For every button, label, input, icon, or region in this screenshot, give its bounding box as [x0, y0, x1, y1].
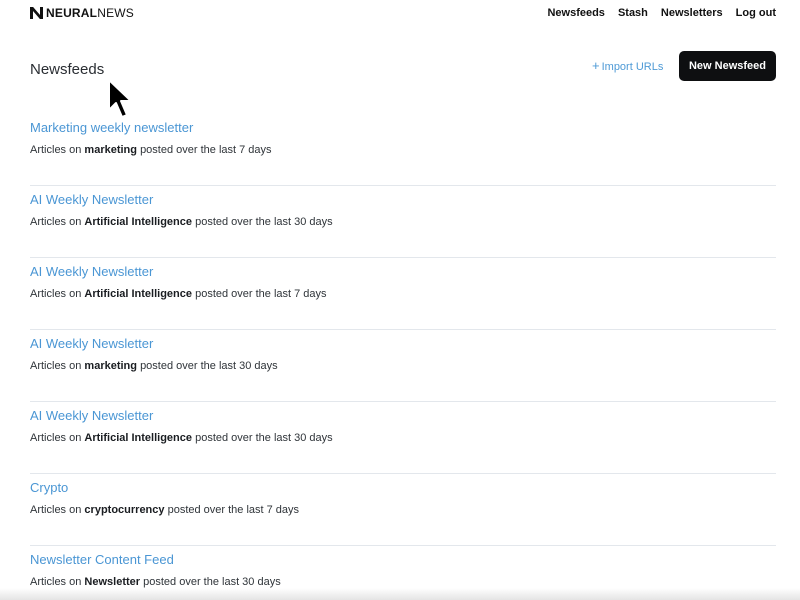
- brand-name: NEURALNEWS: [46, 6, 134, 20]
- neural-n-logo-icon: [30, 7, 43, 19]
- feed-topic: marketing: [84, 144, 137, 156]
- list-item: AI Weekly Newsletter Articles on Artific…: [30, 186, 776, 258]
- import-urls-link[interactable]: + Import URLs: [592, 59, 663, 74]
- nav-link-logout[interactable]: Log out: [736, 6, 776, 20]
- feed-desc-suffix: posted over the last 30 days: [143, 576, 281, 588]
- feed-title-link[interactable]: AI Weekly Newsletter: [30, 264, 153, 280]
- brand-name-light: NEWS: [97, 6, 135, 20]
- feed-desc-suffix: posted over the last 30 days: [195, 216, 333, 228]
- feed-title-link[interactable]: Marketing weekly newsletter: [30, 120, 193, 136]
- feed-description: Articles on Artificial Intelligence post…: [30, 215, 333, 229]
- brand-name-bold: NEURAL: [46, 6, 98, 20]
- feed-title-link[interactable]: AI Weekly Newsletter: [30, 336, 153, 352]
- list-item: Crypto Articles on cryptocurrency posted…: [30, 474, 776, 546]
- app-page: NEURALNEWS Newsfeeds Stash Newsletters L…: [0, 0, 800, 600]
- page-title: Newsfeeds: [30, 61, 105, 78]
- feed-desc-suffix: posted over the last 30 days: [140, 360, 278, 372]
- feed-topic: Newsletter: [84, 576, 141, 588]
- bottom-fade: [0, 588, 800, 600]
- feed-desc-suffix: posted over the last 7 days: [195, 288, 327, 300]
- feed-desc-prefix: Articles on: [30, 432, 82, 444]
- feed-desc-prefix: Articles on: [30, 288, 82, 300]
- import-urls-label: Import URLs: [601, 61, 664, 73]
- feed-title-link[interactable]: Newsletter Content Feed: [30, 552, 174, 568]
- feed-description: Articles on marketing posted over the la…: [30, 359, 278, 373]
- feed-desc-prefix: Articles on: [30, 360, 82, 372]
- list-item: AI Weekly Newsletter Articles on Artific…: [30, 402, 776, 474]
- feed-desc-suffix: posted over the last 7 days: [167, 504, 300, 516]
- feed-topic: Artificial Intelligence: [84, 288, 193, 300]
- feed-topic: marketing: [84, 360, 137, 372]
- feed-topic: Artificial Intelligence: [84, 432, 193, 444]
- nav-link-newsletters[interactable]: Newsletters: [661, 6, 723, 20]
- feed-desc-prefix: Articles on: [30, 576, 82, 588]
- feed-topic: cryptocurrency: [84, 504, 165, 516]
- feed-desc-suffix: posted over the last 7 days: [140, 144, 272, 156]
- newsfeed-list: Marketing weekly newsletter Articles on …: [30, 114, 776, 600]
- nav-link-newsfeeds[interactable]: Newsfeeds: [547, 6, 604, 20]
- feed-desc-prefix: Articles on: [30, 504, 82, 516]
- feed-title-link[interactable]: Crypto: [30, 480, 68, 496]
- feed-description: Articles on cryptocurrency posted over t…: [30, 503, 299, 517]
- new-newsfeed-button[interactable]: New Newsfeed: [679, 51, 776, 81]
- feed-description: Articles on Artificial Intelligence post…: [30, 431, 333, 445]
- list-item: AI Weekly Newsletter Articles on Artific…: [30, 258, 776, 330]
- plus-icon: +: [592, 58, 600, 73]
- main-nav: Newsfeeds Stash Newsletters Log out: [534, 6, 776, 20]
- feed-title-link[interactable]: AI Weekly Newsletter: [30, 192, 153, 208]
- feed-description: Articles on Newsletter posted over the l…: [30, 575, 281, 589]
- feed-title-link[interactable]: AI Weekly Newsletter: [30, 408, 153, 424]
- list-item: Marketing weekly newsletter Articles on …: [30, 114, 776, 186]
- nav-link-stash[interactable]: Stash: [618, 6, 648, 20]
- feed-desc-suffix: posted over the last 30 days: [195, 432, 333, 444]
- feed-desc-prefix: Articles on: [30, 216, 82, 228]
- list-item: AI Weekly Newsletter Articles on marketi…: [30, 330, 776, 402]
- feed-topic: Artificial Intelligence: [84, 216, 193, 228]
- feed-description: Articles on marketing posted over the la…: [30, 143, 272, 157]
- brand-logo-link[interactable]: NEURALNEWS: [30, 6, 134, 20]
- feed-desc-prefix: Articles on: [30, 144, 82, 156]
- top-navigation-bar: NEURALNEWS Newsfeeds Stash Newsletters L…: [0, 0, 800, 26]
- feed-description: Articles on Artificial Intelligence post…: [30, 287, 327, 301]
